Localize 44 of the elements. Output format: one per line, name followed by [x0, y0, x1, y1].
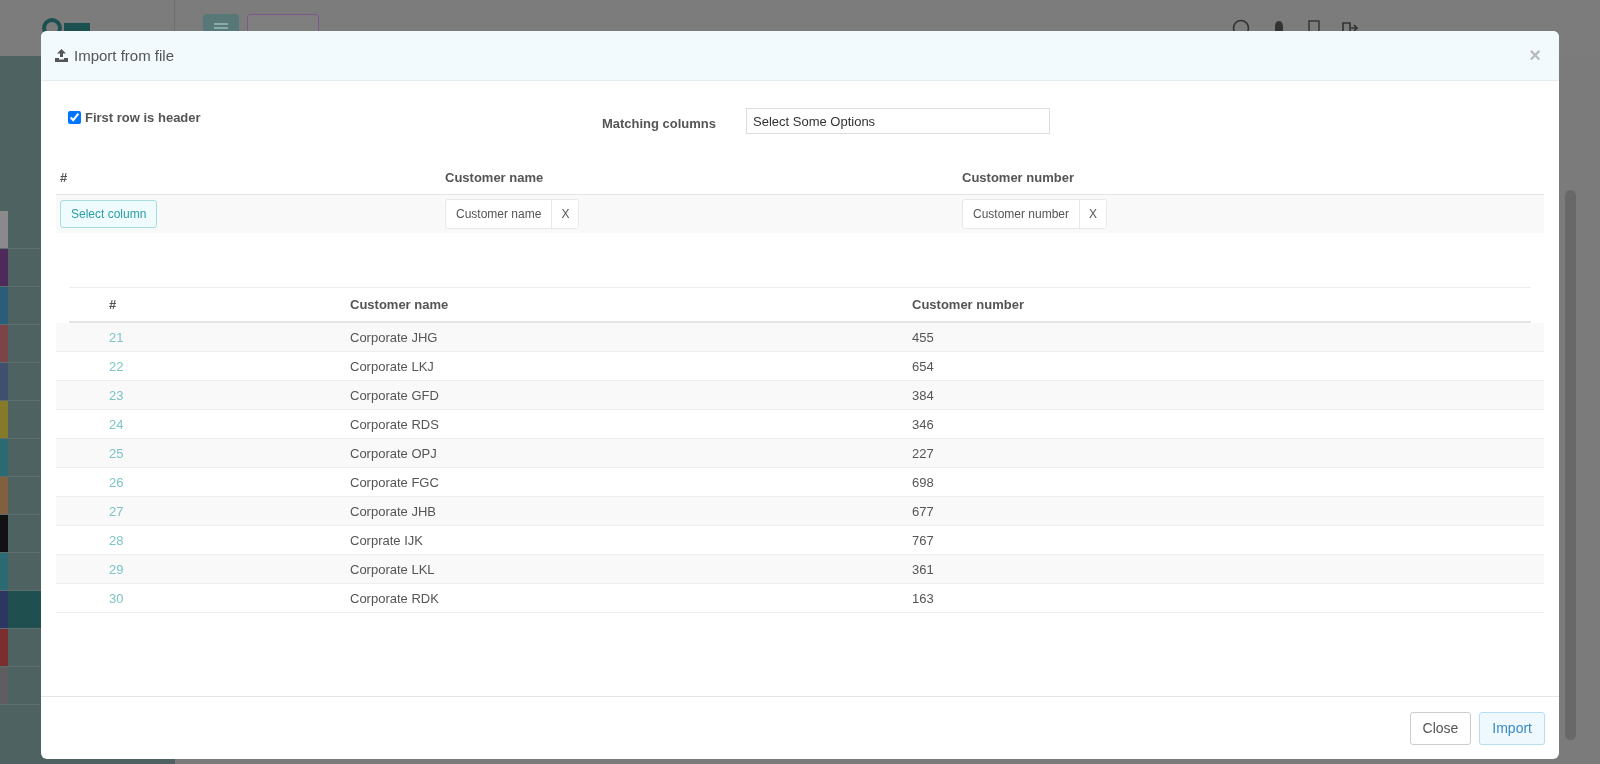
column-header: # — [60, 170, 69, 185]
column-header: Customer name — [445, 170, 545, 185]
table-cell-text: Corporate JHB — [350, 503, 437, 519]
checkbox-label: First row is header — [85, 109, 201, 125]
table-cell-text: Corporate RDS — [350, 416, 440, 432]
row-number-link[interactable]: 30 — [56, 590, 350, 606]
table-cell-text: Corporate GFD — [350, 387, 440, 403]
row-number-link[interactable]: 22 — [56, 358, 350, 374]
row-number-link[interactable]: 23 — [56, 387, 350, 403]
table-cell-text: 361 — [912, 561, 935, 577]
row-number-link[interactable]: 28 — [56, 532, 350, 548]
matching-select[interactable]: Select Some Options — [746, 108, 1050, 134]
row-number-link[interactable]: 24 — [56, 416, 350, 432]
table-cell-text: Corprate IJK — [350, 532, 424, 548]
dialog-title: Import from file — [74, 47, 175, 64]
table-cell-text: 767 — [912, 532, 935, 548]
column-header: # — [108, 297, 118, 312]
table-cell-text: Corporate FGC — [350, 474, 440, 490]
select-column-button[interactable]: Select column — [60, 200, 158, 228]
table-cell-text: 455 — [912, 329, 935, 345]
table-cell-text: 346 — [912, 416, 935, 432]
row-number-link[interactable]: 29 — [56, 561, 350, 577]
table-cell-text: 227 — [912, 445, 935, 461]
table-cell-text: Corporate LKJ — [350, 358, 435, 374]
column-header: Customer name — [350, 297, 450, 312]
row-number-link[interactable]: 26 — [56, 474, 350, 490]
close-button[interactable]: Close — [1409, 711, 1472, 745]
import-button[interactable]: Import — [1479, 711, 1545, 745]
close-button[interactable]: × — [1525, 44, 1545, 67]
row-number-link[interactable]: 25 — [56, 445, 350, 461]
table-cell-text: 677 — [912, 503, 935, 519]
table-cell-text: 698 — [912, 474, 935, 490]
table-cell-text: Corporate RDK — [350, 590, 440, 606]
table-cell-text: 163 — [912, 590, 935, 606]
table-cell-text: 384 — [912, 387, 935, 403]
row-number-link[interactable]: 21 — [56, 329, 350, 345]
matching-label: Matching columns — [600, 115, 716, 131]
table-cell-text: Corporate LKL — [350, 561, 436, 577]
column-header: Customer number — [962, 170, 1075, 185]
row-number-link[interactable]: 27 — [56, 503, 350, 519]
table-cell-text: Corporate OPJ — [350, 445, 438, 461]
table-cell-text: 654 — [912, 358, 935, 374]
table-cell-text: Corporate JHG — [350, 329, 439, 345]
column-header: Customer number — [912, 297, 1025, 312]
